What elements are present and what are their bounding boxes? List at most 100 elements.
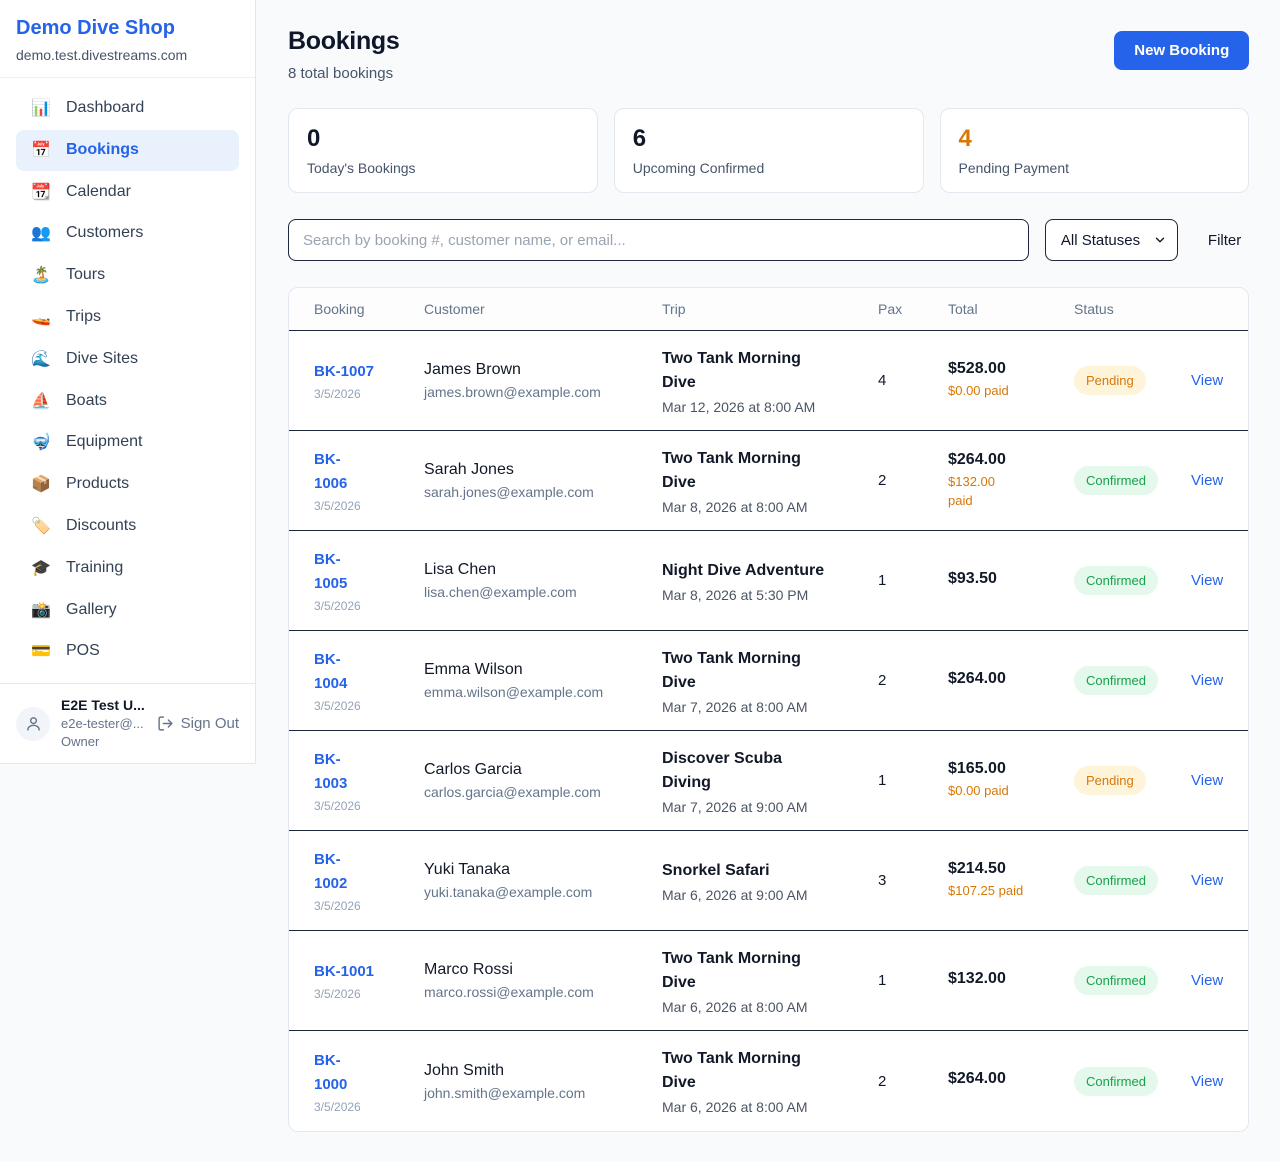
trip-datetime: Mar 6, 2026 at 8:00 AM xyxy=(662,1099,878,1115)
customer-name: Marco Rossi xyxy=(424,961,662,979)
customer-name: Emma Wilson xyxy=(424,661,662,679)
trip-datetime: Mar 8, 2026 at 5:30 PM xyxy=(662,587,878,603)
sign-out-button[interactable]: Sign Out xyxy=(157,715,239,732)
status-select[interactable]: All Statuses xyxy=(1045,219,1178,261)
total-cell: $264.00 xyxy=(948,670,1074,692)
booking-cell: BK-1007 3/5/2026 xyxy=(314,360,424,401)
trip-datetime: Mar 7, 2026 at 9:00 AM xyxy=(662,799,878,815)
search-input[interactable] xyxy=(288,219,1029,261)
view-link[interactable]: View xyxy=(1191,1073,1223,1090)
view-link[interactable]: View xyxy=(1191,672,1223,689)
booking-link[interactable]: BK- 1005 xyxy=(314,548,424,596)
dashboard-chart-icon: 📊 xyxy=(30,98,52,119)
stat-value: 0 xyxy=(307,125,579,153)
stat-value: 4 xyxy=(959,125,1231,153)
booking-link[interactable]: BK- 1006 xyxy=(314,448,424,496)
total-amount: $264.00 xyxy=(948,670,1074,688)
customer-name: Carlos Garcia xyxy=(424,761,662,779)
stat-card-pending-payment: 4 Pending Payment xyxy=(940,108,1250,193)
sidebar-item-training[interactable]: 🎓 Training xyxy=(16,548,239,589)
booking-cell: BK- 1006 3/5/2026 xyxy=(314,448,424,513)
sidebar-item-dive-sites[interactable]: 🌊 Dive Sites xyxy=(16,339,239,380)
paid-amount: $0.00 paid xyxy=(948,382,1074,401)
customer-cell: Sarah Jones sarah.jones@example.com xyxy=(424,461,662,500)
trip-cell: Night Dive Adventure Mar 8, 2026 at 5:30… xyxy=(662,559,878,603)
pax-value: 3 xyxy=(878,872,948,889)
trip-name: Night Dive Adventure xyxy=(662,559,878,583)
dive-sites-wave-icon: 🌊 xyxy=(30,349,52,370)
sidebar-item-pos[interactable]: 💳 POS xyxy=(16,631,239,672)
column-header-status: Status xyxy=(1074,301,1191,317)
trip-name: Two Tank Morning Dive xyxy=(662,947,878,995)
trip-cell: Discover Scuba Diving Mar 7, 2026 at 9:0… xyxy=(662,747,878,815)
trip-cell: Two Tank Morning Dive Mar 6, 2026 at 8:0… xyxy=(662,1047,878,1115)
column-header-customer: Customer xyxy=(424,301,662,317)
sidebar-item-discounts[interactable]: 🏷️ Discounts xyxy=(16,506,239,547)
customer-cell: Lisa Chen lisa.chen@example.com xyxy=(424,561,662,600)
sidebar-item-tours[interactable]: 🏝️ Tours xyxy=(16,255,239,296)
customer-email: lisa.chen@example.com xyxy=(424,584,662,600)
total-amount: $93.50 xyxy=(948,570,1074,588)
status-badge: Confirmed xyxy=(1074,566,1158,595)
booking-link[interactable]: BK- 1000 xyxy=(314,1049,424,1097)
trips-speedboat-icon: 🚤 xyxy=(30,307,52,328)
customer-cell: James Brown james.brown@example.com xyxy=(424,361,662,400)
sidebar-item-calendar[interactable]: 📆 Calendar xyxy=(16,172,239,213)
sidebar-item-trips[interactable]: 🚤 Trips xyxy=(16,297,239,338)
sidebar-item-customers[interactable]: 👥 Customers xyxy=(16,213,239,254)
booking-cell: BK- 1000 3/5/2026 xyxy=(314,1049,424,1114)
trip-cell: Two Tank Morning Dive Mar 8, 2026 at 8:0… xyxy=(662,447,878,515)
trip-cell: Two Tank Morning Dive Mar 6, 2026 at 8:0… xyxy=(662,947,878,1015)
new-booking-button[interactable]: New Booking xyxy=(1114,31,1249,70)
sidebar-item-products[interactable]: 📦 Products xyxy=(16,464,239,505)
table-row: BK- 1003 3/5/2026 Carlos Garcia carlos.g… xyxy=(289,731,1248,831)
table-row: BK-1001 3/5/2026 Marco Rossi marco.rossi… xyxy=(289,931,1248,1031)
trip-name: Two Tank Morning Dive xyxy=(662,347,878,395)
bookings-table: BookingCustomerTripPaxTotalStatus BK-100… xyxy=(288,287,1249,1132)
customer-email: sarah.jones@example.com xyxy=(424,484,662,500)
table-row: BK- 1006 3/5/2026 Sarah Jones sarah.jone… xyxy=(289,431,1248,531)
logout-icon xyxy=(157,715,174,732)
booking-link[interactable]: BK-1001 xyxy=(314,960,424,984)
booking-link[interactable]: BK- 1004 xyxy=(314,648,424,696)
status-cell: Confirmed xyxy=(1074,666,1191,695)
customer-email: carlos.garcia@example.com xyxy=(424,784,662,800)
booking-link[interactable]: BK- 1003 xyxy=(314,748,424,796)
view-link[interactable]: View xyxy=(1191,572,1223,589)
bookings-calendar-icon: 📅 xyxy=(30,140,52,161)
booking-date: 3/5/2026 xyxy=(314,899,424,913)
sidebar-item-dashboard[interactable]: 📊 Dashboard xyxy=(16,88,239,129)
view-link[interactable]: View xyxy=(1191,872,1223,889)
main-content: Bookings 8 total bookings New Booking 0 … xyxy=(256,0,1280,1132)
paid-amount: $107.25 paid xyxy=(948,882,1074,901)
booking-date: 3/5/2026 xyxy=(314,599,424,613)
view-link[interactable]: View xyxy=(1191,472,1223,489)
column-header-pax: Pax xyxy=(878,301,948,317)
calendar-icon: 📆 xyxy=(30,182,52,203)
customer-name: John Smith xyxy=(424,1062,662,1080)
column-header-total: Total xyxy=(948,301,1074,317)
user-email: e2e-tester@... xyxy=(61,715,144,733)
sidebar-item-boats[interactable]: ⛵ Boats xyxy=(16,381,239,422)
booking-link[interactable]: BK- 1002 xyxy=(314,848,424,896)
booking-link[interactable]: BK-1007 xyxy=(314,360,424,384)
filter-button[interactable]: Filter xyxy=(1208,232,1241,249)
stat-card-today-s-bookings: 0 Today's Bookings xyxy=(288,108,598,193)
status-badge: Confirmed xyxy=(1074,1067,1158,1096)
pax-value: 2 xyxy=(878,1073,948,1090)
total-amount: $165.00 xyxy=(948,760,1074,778)
view-link[interactable]: View xyxy=(1191,772,1223,789)
view-link[interactable]: View xyxy=(1191,372,1223,389)
pax-value: 2 xyxy=(878,672,948,689)
sidebar-item-gallery[interactable]: 📸 Gallery xyxy=(16,590,239,631)
trip-name: Discover Scuba Diving xyxy=(662,747,878,795)
stat-value: 6 xyxy=(633,125,905,153)
sidebar-item-bookings[interactable]: 📅 Bookings xyxy=(16,130,239,171)
view-link[interactable]: View xyxy=(1191,972,1223,989)
trip-datetime: Mar 7, 2026 at 8:00 AM xyxy=(662,699,878,715)
booking-cell: BK- 1004 3/5/2026 xyxy=(314,648,424,713)
booking-date: 3/5/2026 xyxy=(314,499,424,513)
sidebar-user-footer: E2E Test U... e2e-tester@... Owner Sign … xyxy=(0,683,255,763)
trip-name: Two Tank Morning Dive xyxy=(662,447,878,495)
sidebar-item-equipment[interactable]: 🤿 Equipment xyxy=(16,422,239,463)
